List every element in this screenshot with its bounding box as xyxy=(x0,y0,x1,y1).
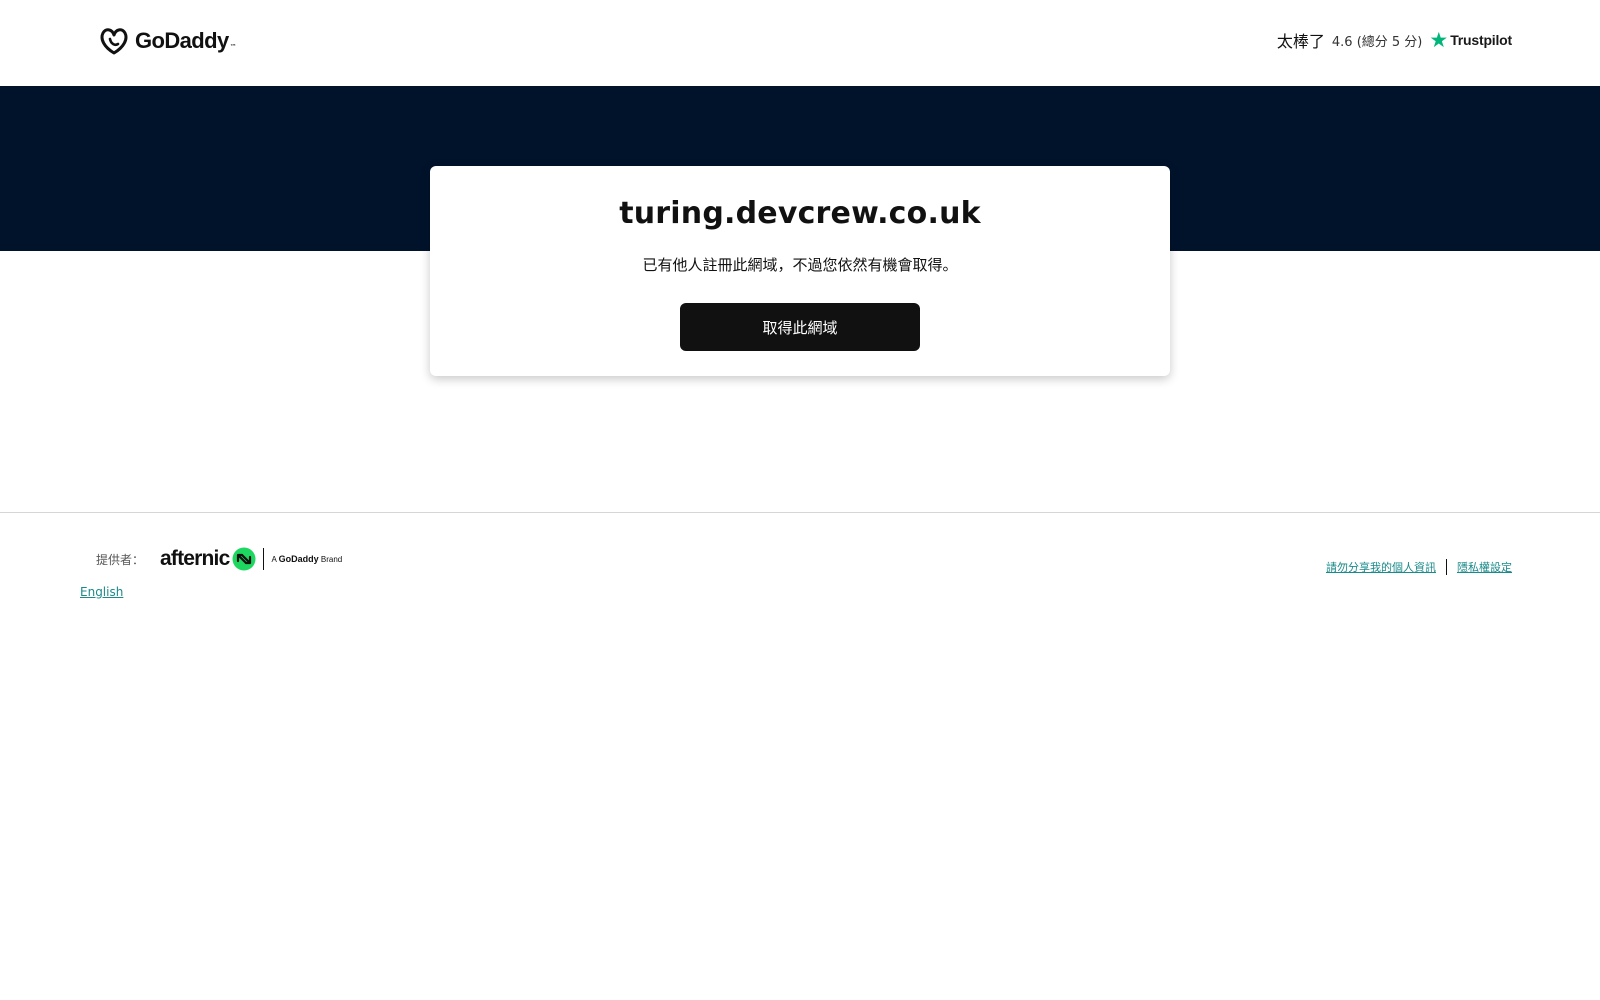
logo-text: GoDaddy xyxy=(135,28,229,53)
language-link-english[interactable]: English xyxy=(80,585,123,599)
afternic-logo[interactable]: afternic A GoDaddy Brand xyxy=(160,547,342,571)
godaddy-logo[interactable]: GoDaddy ™ xyxy=(98,27,237,55)
do-not-share-link[interactable]: 請勿分享我的個人資訊 xyxy=(1326,559,1436,575)
godaddy-logo-icon xyxy=(100,28,128,55)
legal-divider xyxy=(1446,559,1447,575)
domain-status-message: 已有他人註冊此網域，不過您依然有機會取得。 xyxy=(642,256,958,274)
trustpilot-logo: ★ Trustpilot xyxy=(1429,27,1512,52)
get-domain-button[interactable]: 取得此網域 xyxy=(680,303,920,351)
brand-suffix: Brand xyxy=(320,555,343,564)
provider-credit: 提供者： afternic A GoDaddy Brand xyxy=(96,547,342,571)
afternic-arrows-icon xyxy=(232,547,256,571)
trustpilot-rating[interactable]: 太棒了 4.6 (總分 5 分) ★ Trustpilot xyxy=(1277,28,1512,52)
provider-label: 提供者： xyxy=(96,552,145,567)
trustpilot-star-icon: ★ xyxy=(1429,27,1449,52)
site-footer: 提供者： afternic A GoDaddy Brand English 請勿… xyxy=(0,512,1600,612)
domain-card: turing.devcrew.co.uk 已有他人註冊此網域，不過您依然有機會取… xyxy=(430,166,1170,376)
brand-divider xyxy=(263,548,265,570)
brand-name: GoDaddy xyxy=(278,554,319,564)
legal-links: 請勿分享我的個人資訊 隱私權設定 xyxy=(1326,559,1512,575)
privacy-settings-link[interactable]: 隱私權設定 xyxy=(1457,559,1512,575)
rating-word: 太棒了 xyxy=(1276,32,1325,51)
godaddy-brand-tag: A GoDaddy Brand xyxy=(271,554,342,564)
trademark-mark: ™ xyxy=(229,43,237,51)
rating-score: 4.6 (總分 5 分) xyxy=(1331,34,1423,50)
brand-prefix: A xyxy=(271,555,277,564)
domain-name: turing.devcrew.co.uk xyxy=(619,196,981,231)
afternic-wordmark: afternic xyxy=(160,547,230,570)
trustpilot-label: Trustpilot xyxy=(1450,32,1512,48)
site-header: GoDaddy ™ 太棒了 4.6 (總分 5 分) ★ Trustpilot xyxy=(0,0,1600,86)
